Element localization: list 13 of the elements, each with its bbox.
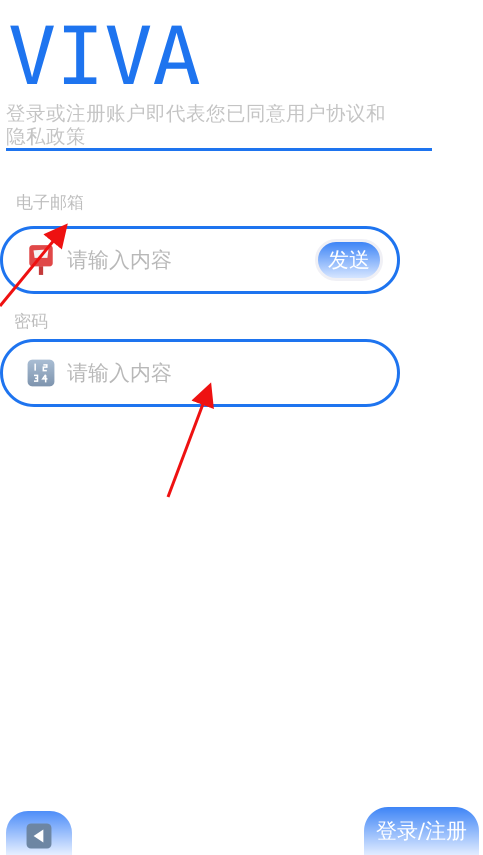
send-button[interactable]: 发送 bbox=[315, 239, 383, 281]
number-keypad-icon bbox=[27, 357, 55, 389]
input-field[interactable]: 请输入内容 发送 bbox=[0, 226, 400, 294]
text-input[interactable]: 请输入内容 bbox=[65, 360, 383, 386]
input-field[interactable]: 请输入内容 bbox=[0, 339, 400, 407]
field-label: 密码 bbox=[14, 311, 48, 333]
mailbox-icon bbox=[27, 244, 55, 276]
agreement-text: 登录或注册账户即代表您已同意用户协议和隐私政策 bbox=[6, 102, 432, 151]
login-register-button[interactable]: 登录/注册 bbox=[364, 807, 479, 855]
field-label: 电子邮箱 bbox=[16, 192, 84, 214]
text-input[interactable]: 请输入内容 bbox=[65, 247, 305, 273]
back-button[interactable] bbox=[6, 811, 72, 855]
viva-logo: VIVA bbox=[8, 12, 201, 102]
